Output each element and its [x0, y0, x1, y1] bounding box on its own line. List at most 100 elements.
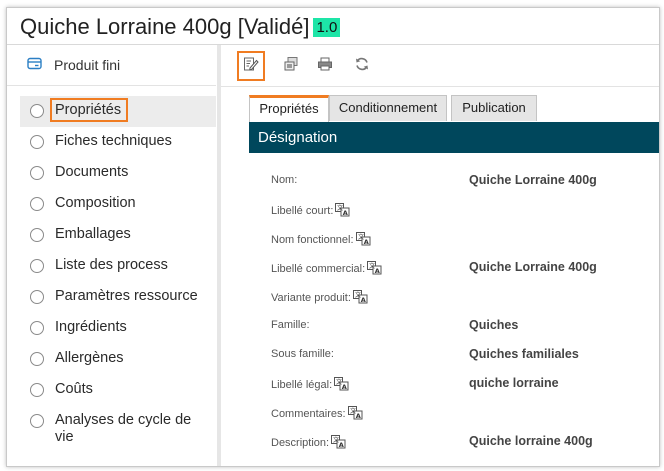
svg-text:A: A — [339, 441, 344, 449]
field-label: Libellé commercial: — [271, 263, 366, 275]
field-label: Libellé court: — [271, 205, 334, 217]
field-label-wrap: Libellé légal: 文 A — [271, 377, 349, 394]
refresh-button[interactable] — [350, 54, 374, 78]
title-bar: Quiche Lorraine 400g [Validé] 1.0 — [7, 8, 659, 45]
field-row-famille: Famille: Quiches — [271, 318, 659, 339]
field-label: Commentaires: — [271, 408, 346, 420]
translate-icon[interactable]: 文A — [331, 435, 346, 452]
field-value: quiche lorraine — [469, 376, 559, 390]
svg-text:A: A — [342, 383, 347, 391]
field-label-wrap: Libellé court: 文 A — [271, 203, 350, 220]
sidebar-item-label: Fiches techniques — [55, 133, 172, 149]
sidebar-item-label: Coûts — [55, 381, 93, 397]
sidebar-item-couts[interactable]: Coûts — [20, 375, 216, 406]
field-value: Quiche lorraine 400g — [469, 434, 593, 448]
sidebar-item-fiches-techniques[interactable]: Fiches techniques — [20, 127, 216, 158]
radio-icon — [30, 228, 44, 242]
field-label-wrap: Nom fonctionnel: 文 A — [271, 232, 371, 249]
tab-proprietes[interactable]: Propriétés — [249, 95, 329, 123]
sidebar-item-analyses-cycle-de-vie[interactable]: Analyses de cycle de vie — [20, 406, 216, 446]
page-title: Quiche Lorraine 400g [Validé] 1.0 — [20, 14, 341, 40]
edit-icon — [243, 56, 259, 77]
radio-icon — [30, 166, 44, 180]
sidebar-item-ingredients[interactable]: Ingrédients — [20, 313, 216, 344]
svg-text:A: A — [363, 238, 368, 246]
sidebar-item-label: Ingrédients — [55, 319, 127, 335]
product-title: Quiche Lorraine 400g [Validé] — [20, 14, 310, 39]
copy-button[interactable] — [279, 54, 303, 78]
translate-icon[interactable]: 文A — [367, 261, 382, 278]
field-row-description: Description: 文 A Quiche lorraine 400g — [271, 434, 659, 455]
field-label: Nom fonctionnel: — [271, 234, 354, 246]
product-type-label: Produit fini — [54, 57, 121, 73]
sidebar-item-allergenes[interactable]: Allergènes — [20, 344, 216, 375]
sidebar-item-label: Propriétés — [55, 102, 122, 118]
field-value: Quiche Lorraine 400g — [469, 173, 597, 187]
sidebar-item-documents[interactable]: Documents — [20, 158, 216, 189]
print-button[interactable] — [313, 54, 337, 78]
field-row-nom-fonctionnel: Nom fonctionnel: 文 A — [271, 232, 659, 252]
radio-icon — [30, 259, 44, 273]
field-value: Quiches — [469, 318, 519, 332]
sidebar-item-label: Composition — [55, 195, 136, 211]
radio-icon — [30, 352, 44, 366]
radio-icon — [30, 383, 44, 397]
field-row-variante-produit: Variante produit: 文 A — [271, 290, 659, 310]
toolbar — [221, 45, 659, 87]
field-row-nom: Nom: Quiche Lorraine 400g — [271, 173, 659, 194]
app-window: Quiche Lorraine 400g [Validé] 1.0 Produit… — [6, 7, 660, 467]
sidebar-item-label: Liste des process — [55, 257, 168, 273]
field-label-wrap: Description: 文 A — [271, 435, 346, 452]
field-label-wrap: Variante produit: 文 A — [271, 290, 368, 307]
sidebar-item-label: Analyses de cycle de vie — [55, 412, 192, 445]
radio-icon — [30, 414, 44, 428]
translate-icon[interactable]: 文A — [334, 377, 349, 394]
print-icon — [317, 56, 333, 77]
version-badge: 1.0 — [313, 18, 341, 37]
translate-icon[interactable]: 文A — [352, 290, 368, 307]
radio-icon — [30, 290, 44, 304]
sidebar-item-label: Emballages — [55, 226, 131, 242]
translate-icon[interactable]: 文A — [355, 232, 371, 249]
refresh-icon — [354, 56, 370, 77]
sidebar-item-parametres-ressource[interactable]: Paramètres ressource — [20, 282, 216, 313]
field-row-commentaires: Commentaires: 文 A — [271, 406, 659, 426]
translate-icon[interactable]: 文A — [347, 406, 363, 423]
field-label: Description: — [271, 437, 330, 449]
sidebar-item-label: Allergènes — [55, 350, 124, 366]
radio-icon — [30, 321, 44, 335]
field-label-wrap: Commentaires: 文 A — [271, 406, 363, 423]
field-label: Variante produit: — [271, 292, 351, 304]
tab-conditionnement[interactable]: Conditionnement — [329, 95, 447, 121]
sidebar-item-proprietes[interactable]: Propriétés — [20, 96, 216, 127]
sidebar-item-emballages[interactable]: Emballages — [20, 220, 216, 251]
field-row-libelle-commercial: Libellé commercial: 文 A Quiche Lorraine 40… — [271, 260, 659, 281]
field-value: Quiches familiales — [469, 347, 579, 361]
copy-icon — [283, 56, 299, 77]
radio-icon — [30, 104, 44, 118]
sidebar-item-liste-des-process[interactable]: Liste des process — [20, 251, 216, 282]
field-value: Quiche Lorraine 400g — [469, 260, 597, 274]
svg-text:A: A — [343, 209, 348, 217]
field-label: Libellé légal: — [271, 379, 333, 391]
field-row-libelle-court: Libellé court: 文 A — [271, 203, 659, 223]
sidebar: Produit fini Propriétés Fiches technique… — [7, 45, 216, 466]
card-icon — [27, 57, 42, 75]
main-content: Propriétés Conditionnement Publication D… — [221, 87, 659, 466]
tab-publication[interactable]: Publication — [451, 95, 537, 121]
svg-text:A: A — [361, 296, 366, 304]
sidebar-item-composition[interactable]: Composition — [20, 189, 216, 220]
radio-icon — [30, 135, 44, 149]
translate-icon[interactable]: 文A — [335, 203, 350, 220]
field-label: Famille: — [271, 319, 310, 331]
edit-button[interactable] — [237, 51, 265, 81]
field-label: Sous famille: — [271, 348, 334, 360]
field-label-wrap: Libellé commercial: 文 A — [271, 261, 382, 278]
svg-text:A: A — [375, 267, 380, 275]
sidebar-item-label: Paramètres ressource — [55, 288, 198, 304]
section-header-designation: Désignation — [249, 122, 659, 153]
field-label: Nom: — [271, 174, 298, 186]
product-type-header: Produit fini — [7, 45, 216, 86]
radio-icon — [30, 197, 44, 211]
sidebar-item-label: Documents — [55, 164, 129, 180]
